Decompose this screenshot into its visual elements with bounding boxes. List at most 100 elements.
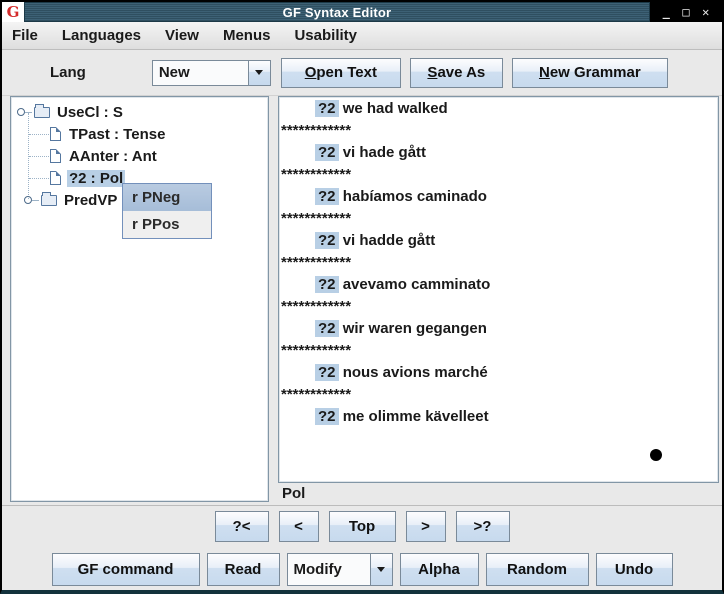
horizontal-separator bbox=[2, 505, 722, 506]
output-line: ?2 vi hade gått bbox=[279, 144, 718, 166]
window-title: GF Syntax Editor bbox=[283, 5, 392, 20]
menu-languages[interactable]: Languages bbox=[62, 27, 141, 44]
window-controls: _ □ ✕ bbox=[650, 2, 722, 22]
navigation-row: ?< < Top > >? bbox=[2, 511, 722, 542]
tree-stub bbox=[29, 156, 49, 157]
output-line: ?2 vi hadde gått bbox=[279, 232, 718, 254]
linearization-text[interactable]: nous avions marché bbox=[343, 364, 488, 381]
prev-metavariable-button[interactable]: ?< bbox=[215, 511, 269, 542]
tree-node-label-selected[interactable]: ?2 : Pol bbox=[67, 170, 125, 187]
modify-combobox[interactable]: Modify bbox=[287, 553, 393, 586]
menu-view[interactable]: View bbox=[165, 27, 199, 44]
output-line: ?2 avevamo camminato bbox=[279, 276, 718, 298]
tree-stub bbox=[29, 134, 49, 135]
chevron-down-icon bbox=[255, 70, 263, 75]
random-button[interactable]: Random bbox=[486, 553, 589, 586]
menu-file[interactable]: File bbox=[12, 27, 38, 44]
menubar: File Languages View Menus Usability bbox=[2, 22, 722, 50]
chevron-down-icon bbox=[377, 567, 385, 572]
output-line: ?2 nous avions marché bbox=[279, 364, 718, 386]
separator-line: ************ bbox=[279, 298, 718, 320]
tree-stem bbox=[25, 112, 32, 113]
output-line: ?2 we had walked bbox=[279, 100, 718, 122]
separator-line: ************ bbox=[279, 254, 718, 276]
tree-node-metavariable[interactable]: ?2 : Pol bbox=[29, 167, 125, 189]
metavariable-token[interactable]: ?2 bbox=[315, 188, 339, 205]
next-node-button[interactable]: > bbox=[406, 511, 446, 542]
menu-usability[interactable]: Usability bbox=[294, 27, 357, 44]
metavariable-token[interactable]: ?2 bbox=[315, 408, 339, 425]
linearization-panel: ?2 we had walked ************ ?2 vi hade… bbox=[278, 96, 719, 483]
linearization-text[interactable]: me olimme kävelleet bbox=[343, 408, 489, 425]
leaf-file-icon bbox=[50, 149, 61, 163]
open-text-button[interactable]: Open Text bbox=[281, 58, 401, 88]
separator-line: ************ bbox=[279, 166, 718, 188]
minimize-icon[interactable]: _ bbox=[663, 6, 670, 18]
titlebar: G GF Syntax Editor _ □ ✕ bbox=[2, 2, 722, 22]
app-logo: G bbox=[2, 2, 24, 22]
read-button[interactable]: Read bbox=[207, 553, 280, 586]
linearization-text[interactable]: avevamo camminato bbox=[343, 276, 491, 293]
tree-collapse-handle-icon[interactable] bbox=[24, 196, 32, 204]
linearization-text[interactable]: we had walked bbox=[343, 100, 448, 117]
output-line: ?2 habíamos caminado bbox=[279, 188, 718, 210]
metavariable-token[interactable]: ?2 bbox=[315, 320, 339, 337]
refinement-popup-menu: r PNeg r PPos bbox=[122, 183, 212, 239]
lang-label: Lang bbox=[50, 64, 86, 81]
metavariable-token[interactable]: ?2 bbox=[315, 232, 339, 249]
output-line: ?2 me olimme kävelleet bbox=[279, 408, 718, 430]
status-text: Pol bbox=[282, 485, 305, 502]
prev-node-button[interactable]: < bbox=[279, 511, 319, 542]
new-grammar-button[interactable]: New Grammar bbox=[512, 58, 668, 88]
metavariable-token[interactable]: ?2 bbox=[315, 364, 339, 381]
linearization-text[interactable]: vi hadde gått bbox=[343, 232, 436, 249]
tree-node-label[interactable]: TPast : Tense bbox=[67, 126, 167, 143]
metavariable-token[interactable]: ?2 bbox=[315, 276, 339, 293]
gf-syntax-editor-window: G GF Syntax Editor _ □ ✕ File Languages … bbox=[0, 0, 724, 594]
toolbar: Lang New Open Text Save As New Grammar bbox=[2, 50, 722, 96]
save-as-button[interactable]: Save As bbox=[410, 58, 503, 88]
maximize-icon[interactable]: □ bbox=[682, 6, 689, 18]
menu-menus[interactable]: Menus bbox=[223, 27, 271, 44]
output-line: ?2 wir waren gegangen bbox=[279, 320, 718, 342]
linearization-text[interactable]: wir waren gegangen bbox=[343, 320, 487, 337]
lang-combobox-arrow[interactable] bbox=[248, 61, 270, 85]
metavariable-token[interactable]: ?2 bbox=[315, 100, 339, 117]
tree-expand-handle-icon[interactable] bbox=[17, 108, 25, 116]
lang-combobox[interactable]: New bbox=[152, 60, 271, 86]
black-dot bbox=[650, 449, 662, 461]
alpha-button[interactable]: Alpha bbox=[400, 553, 479, 586]
tree-node-usecl[interactable]: UseCl : S bbox=[17, 101, 125, 123]
modify-combobox-arrow[interactable] bbox=[370, 554, 392, 585]
lang-combobox-value: New bbox=[153, 61, 248, 85]
next-metavariable-button[interactable]: >? bbox=[456, 511, 510, 542]
gf-command-button[interactable]: GF command bbox=[52, 553, 200, 586]
linearization-text[interactable]: vi hade gått bbox=[343, 144, 426, 161]
tree-node-aanter[interactable]: AAnter : Ant bbox=[29, 145, 159, 167]
tree-stub bbox=[29, 178, 49, 179]
metavariable-token[interactable]: ?2 bbox=[315, 144, 339, 161]
leaf-file-icon bbox=[50, 127, 61, 141]
tree-node-label[interactable]: AAnter : Ant bbox=[67, 148, 159, 165]
separator-line: ************ bbox=[279, 342, 718, 364]
popup-item-pneg[interactable]: r PNeg bbox=[123, 184, 211, 211]
close-icon[interactable]: ✕ bbox=[702, 6, 709, 18]
folder-icon bbox=[34, 107, 50, 118]
linearization-text[interactable]: habíamos caminado bbox=[343, 188, 487, 205]
modify-combobox-value: Modify bbox=[288, 554, 370, 585]
separator-line: ************ bbox=[279, 386, 718, 408]
tree-node-tpast[interactable]: TPast : Tense bbox=[29, 123, 167, 145]
undo-button[interactable]: Undo bbox=[596, 553, 673, 586]
folder-icon bbox=[41, 195, 57, 206]
syntax-tree-panel: UseCl : S TPast : Tense AAnter : Ant ?2 … bbox=[10, 96, 269, 502]
tree-node-label[interactable]: UseCl : S bbox=[55, 104, 125, 121]
action-row: GF command Read Modify Alpha Random Undo bbox=[2, 553, 722, 586]
popup-item-ppos[interactable]: r PPos bbox=[123, 211, 211, 238]
gf-logo-icon: G bbox=[7, 5, 20, 20]
tree-node-label[interactable]: PredVP bbox=[62, 192, 119, 209]
titlebar-drag-area[interactable]: GF Syntax Editor bbox=[24, 2, 650, 22]
separator-line: ************ bbox=[279, 210, 718, 232]
top-button[interactable]: Top bbox=[329, 511, 396, 542]
tree-node-predvp[interactable]: PredVP bbox=[24, 189, 119, 211]
leaf-file-icon bbox=[50, 171, 61, 185]
